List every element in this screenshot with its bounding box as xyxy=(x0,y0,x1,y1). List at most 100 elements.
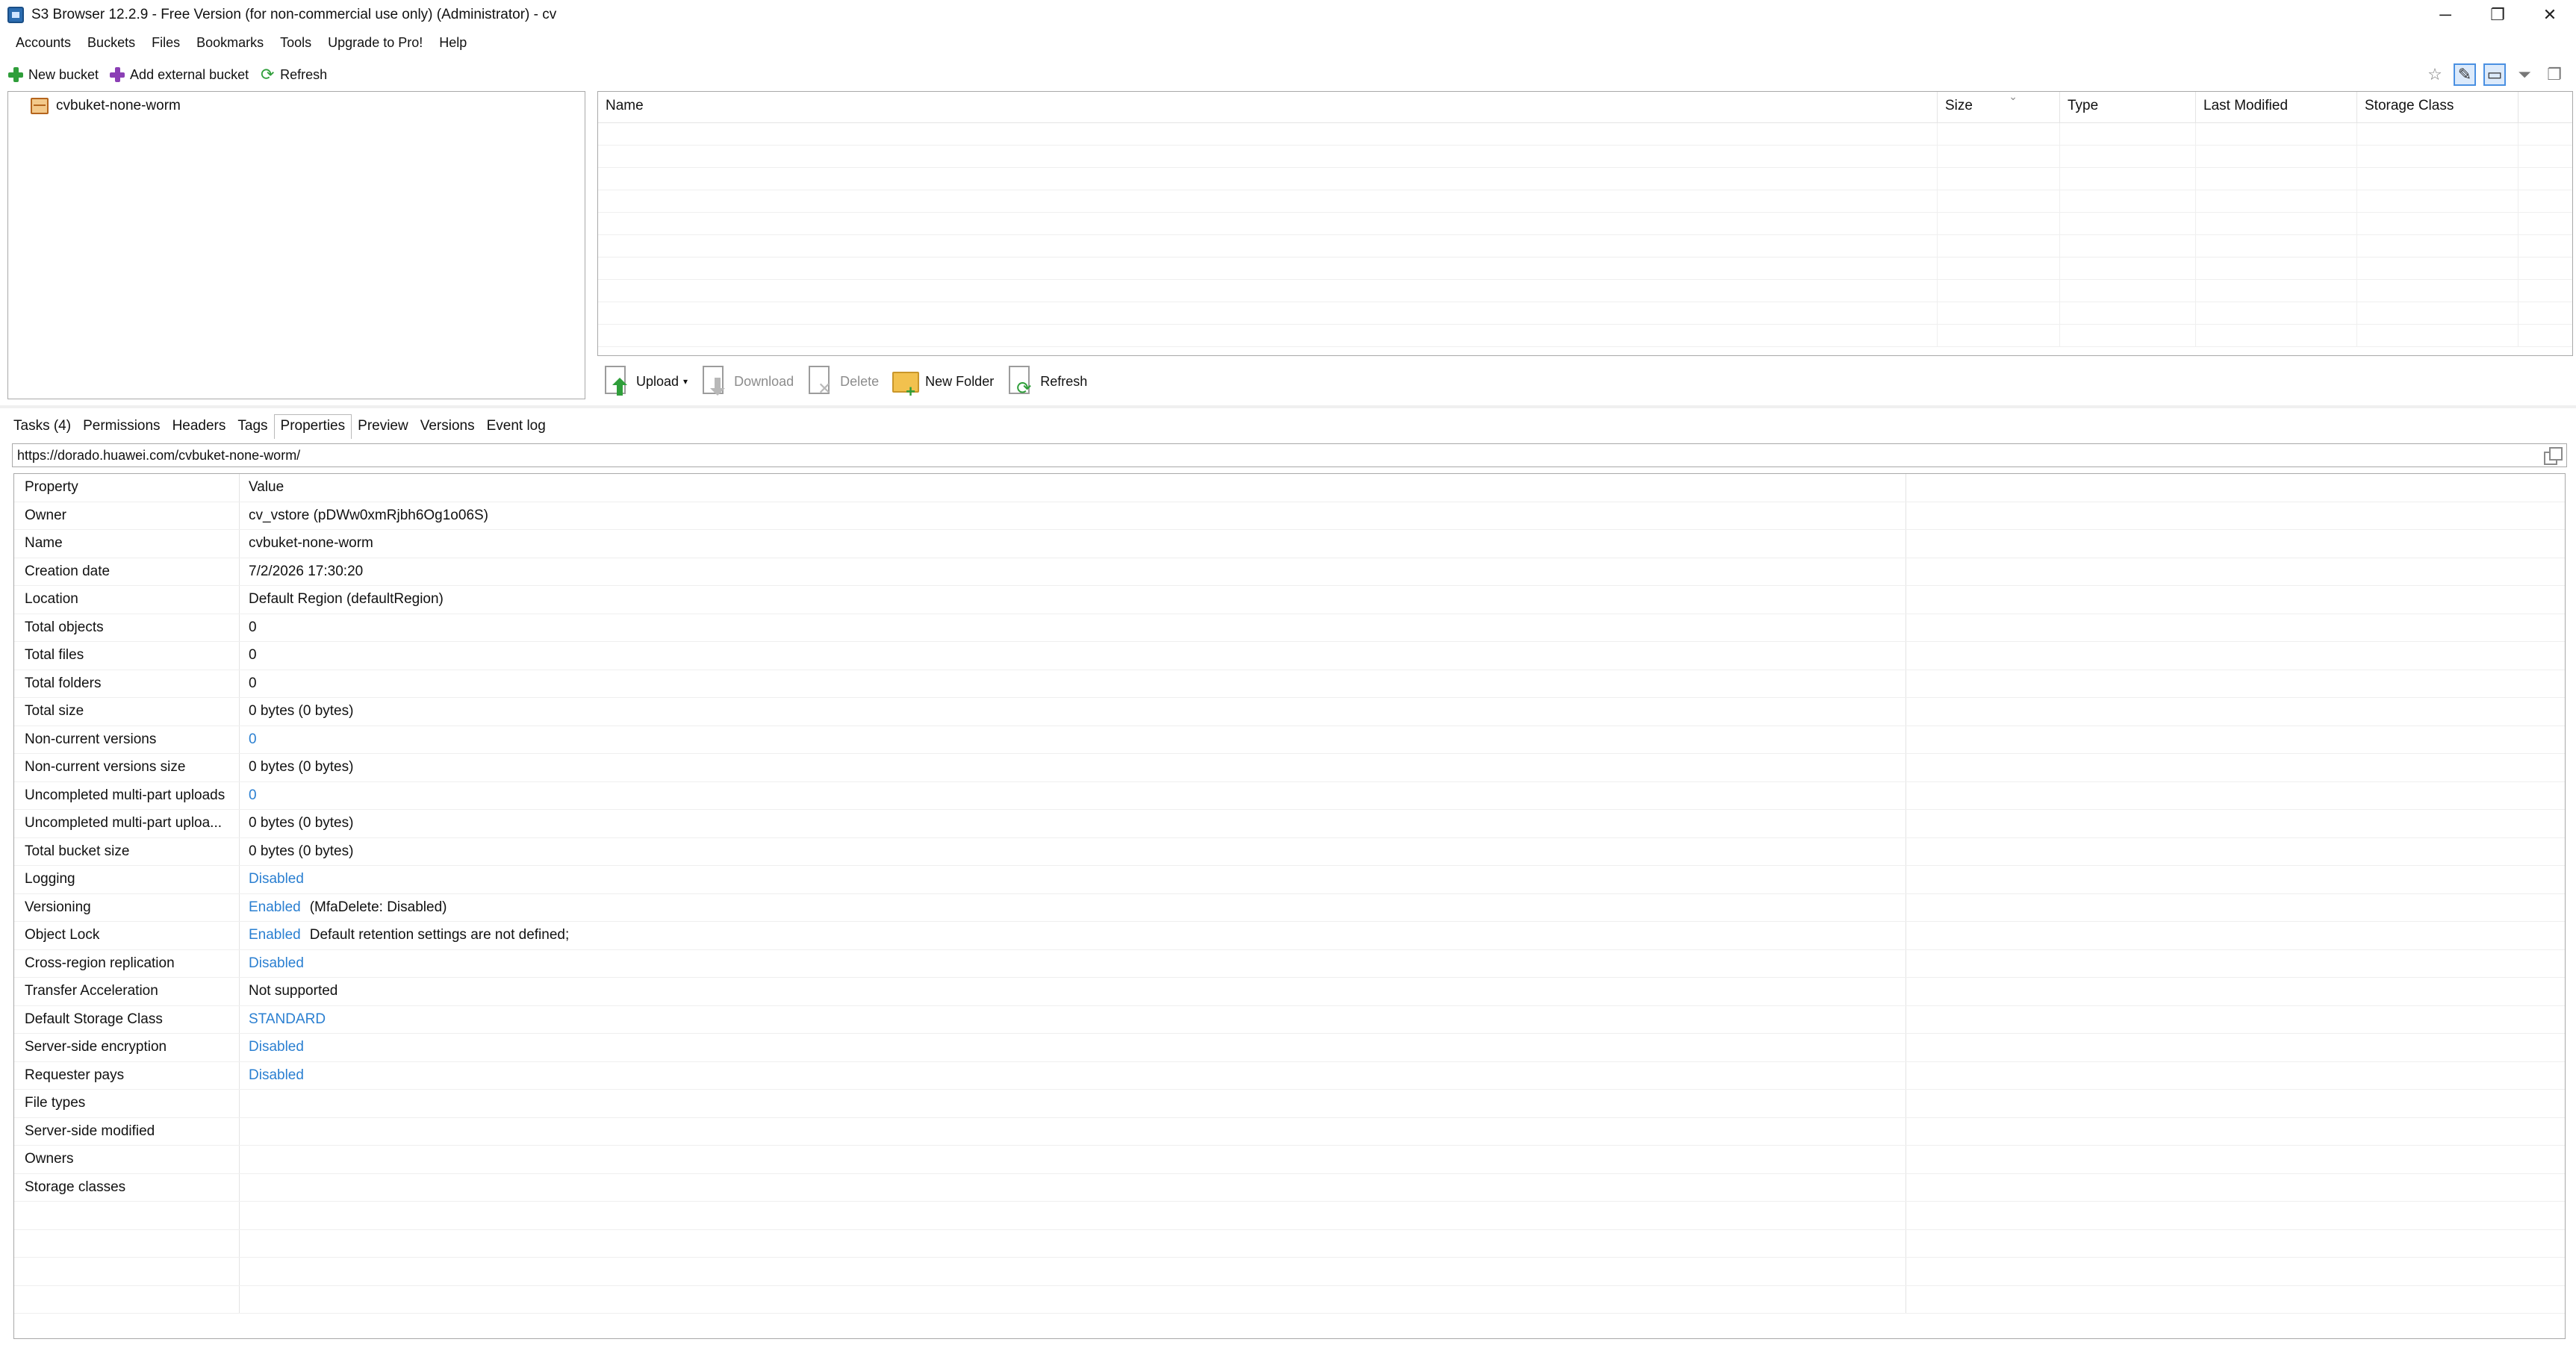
file-list-header: Name Size ⌄ Type Last Modified Storage C… xyxy=(598,92,2572,123)
upload-button[interactable]: Upload ▾ xyxy=(602,364,688,399)
property-value: 7/2/2026 17:30:20 xyxy=(249,563,364,579)
property-value: 0 xyxy=(249,647,257,664)
restore-button[interactable]: ❐ xyxy=(2471,0,2524,30)
property-value-cell: Not supported xyxy=(240,978,1906,1005)
property-row: Owner cv_vstore (pDWw0xmRjbh6Og1o06S) xyxy=(14,502,2565,530)
property-value-link[interactable]: Disabled xyxy=(249,1039,304,1055)
refresh-files-button[interactable]: ⟳ Refresh xyxy=(1006,364,1087,399)
property-value-cell: Disabled xyxy=(240,949,1906,977)
new-folder-label: New Folder xyxy=(925,373,995,389)
upload-icon xyxy=(602,364,632,399)
tab-tasks[interactable]: Tasks (4) xyxy=(7,414,77,439)
property-key: Non-current versions size xyxy=(14,754,240,781)
column-type[interactable]: Type xyxy=(2060,92,2196,122)
menu-bar: Accounts Buckets Files Bookmarks Tools U… xyxy=(0,30,2576,55)
download-icon xyxy=(700,364,729,399)
splitter[interactable] xyxy=(0,405,2576,408)
menu-help[interactable]: Help xyxy=(431,35,475,51)
properties-table: Property Value Owner cv_vstore (pDWw0xmRj… xyxy=(13,473,2566,1339)
property-column-header: Property xyxy=(14,474,240,502)
property-value-cell: Enabled Default retention settings are no… xyxy=(240,922,1906,949)
bucket-tree-item[interactable]: cvbuket-none-worm xyxy=(31,98,181,114)
property-value: 0 bytes (0 bytes) xyxy=(249,843,354,859)
property-value-link[interactable]: 0 xyxy=(249,787,257,804)
property-value-cell: 0 xyxy=(240,614,1906,641)
copy-icon[interactable]: ❐ xyxy=(2543,63,2566,86)
close-button[interactable]: ✕ xyxy=(2524,0,2576,30)
property-row-empty xyxy=(14,1202,2565,1230)
property-row: Total bucket size 0 bytes (0 bytes) xyxy=(14,837,2565,866)
new-folder-button[interactable]: + New Folder xyxy=(891,364,995,401)
delete-button[interactable]: ✕ Delete xyxy=(806,364,879,399)
tab-properties[interactable]: Properties xyxy=(273,414,352,439)
add-external-bucket-button[interactable]: Add external bucket xyxy=(109,66,249,83)
file-list-row xyxy=(598,123,2572,146)
tab-tags[interactable]: Tags xyxy=(231,414,273,439)
property-value-cell: STANDARD xyxy=(240,1005,1906,1033)
property-key: Server-side encryption xyxy=(14,1034,240,1061)
property-key: Transfer Acceleration xyxy=(14,978,240,1005)
property-value-cell: cv_vstore (pDWw0xmRjbh6Og1o06S) xyxy=(240,502,1906,529)
menu-files[interactable]: Files xyxy=(143,35,188,51)
refresh-buckets-button[interactable]: ⟳ Refresh xyxy=(259,66,327,83)
property-row: Server-side encryption Disabled xyxy=(14,1034,2565,1062)
file-list-row xyxy=(598,302,2572,325)
property-key: Cross-region replication xyxy=(14,949,240,977)
property-value: Default Region (defaultRegion) xyxy=(249,591,444,608)
menu-upgrade[interactable]: Upgrade to Pro! xyxy=(320,35,431,51)
menu-buckets[interactable]: Buckets xyxy=(79,35,143,51)
property-value-link[interactable]: STANDARD xyxy=(249,1011,326,1028)
property-value-link[interactable]: Disabled xyxy=(249,871,304,887)
tab-preview[interactable]: Preview xyxy=(352,414,414,439)
refresh-icon: ⟳ xyxy=(260,65,275,84)
property-value-link[interactable]: Disabled xyxy=(249,955,304,972)
tab-event-log[interactable]: Event log xyxy=(481,414,552,439)
download-button[interactable]: Download xyxy=(700,364,794,399)
property-value: 0 bytes (0 bytes) xyxy=(249,815,354,831)
view-mode-icon[interactable]: ▭ xyxy=(2483,63,2506,86)
column-name[interactable]: Name xyxy=(598,92,1938,122)
minimize-button[interactable]: ─ xyxy=(2419,0,2471,30)
bookmark-star-icon[interactable]: ☆ xyxy=(2424,63,2446,86)
property-row: Server-side modified xyxy=(14,1117,2565,1146)
property-value: 0 xyxy=(249,619,257,635)
property-row: Uncompleted multi-part uploa... 0 bytes (… xyxy=(14,810,2565,838)
property-value-cell: 0 bytes (0 bytes) xyxy=(240,754,1906,781)
file-list-row xyxy=(598,280,2572,302)
properties-rows: Owner cv_vstore (pDWw0xmRjbh6Og1o06S) Name… xyxy=(14,502,2565,1314)
property-key: Object Lock xyxy=(14,922,240,949)
tab-permissions[interactable]: Permissions xyxy=(77,414,166,439)
property-value-link[interactable]: Disabled xyxy=(249,1067,304,1084)
property-value-cell: Disabled xyxy=(240,866,1906,893)
tab-headers[interactable]: Headers xyxy=(167,414,232,439)
property-value: 0 bytes (0 bytes) xyxy=(249,759,354,776)
menu-tools[interactable]: Tools xyxy=(272,35,320,51)
property-value-link[interactable]: Enabled xyxy=(249,927,301,943)
column-last-modified[interactable]: Last Modified xyxy=(2196,92,2357,122)
menu-accounts[interactable]: Accounts xyxy=(7,35,79,51)
property-value-cell xyxy=(240,1173,1906,1201)
tab-versions[interactable]: Versions xyxy=(414,414,481,439)
filter-icon[interactable]: ⏷ xyxy=(2513,63,2536,86)
properties-header: Property Value xyxy=(14,474,2565,502)
copy-url-icon[interactable] xyxy=(2544,447,2563,465)
edit-pencil-icon[interactable]: ✎ xyxy=(2454,63,2476,86)
url-field[interactable]: https://dorado.huawei.com/cvbuket-none-w… xyxy=(12,443,2567,467)
bottom-tabs: Tasks (4) Permissions Headers Tags Prope… xyxy=(7,412,552,439)
new-bucket-button[interactable]: New bucket xyxy=(7,66,99,83)
property-key: Non-current versions xyxy=(14,725,240,753)
property-value-cell: 0 bytes (0 bytes) xyxy=(240,810,1906,837)
file-list[interactable]: Name Size ⌄ Type Last Modified Storage C… xyxy=(597,91,2573,356)
property-value-link[interactable]: 0 xyxy=(249,731,257,748)
property-note: (MfaDelete: Disabled) xyxy=(309,899,447,915)
column-storage-class[interactable]: Storage Class xyxy=(2357,92,2519,122)
property-row: Default Storage Class STANDARD xyxy=(14,1005,2565,1034)
property-value-link[interactable]: Enabled xyxy=(249,899,301,916)
column-size[interactable]: Size ⌄ xyxy=(1938,92,2060,122)
menu-bookmarks[interactable]: Bookmarks xyxy=(188,35,272,51)
bucket-toolbar: New bucket Add external bucket ⟳ Refresh xyxy=(0,63,337,87)
bucket-name: cvbuket-none-worm xyxy=(56,98,181,113)
property-value-cell xyxy=(240,1146,1906,1173)
property-key: Owner xyxy=(14,502,240,529)
property-value-cell: Disabled xyxy=(240,1061,1906,1089)
